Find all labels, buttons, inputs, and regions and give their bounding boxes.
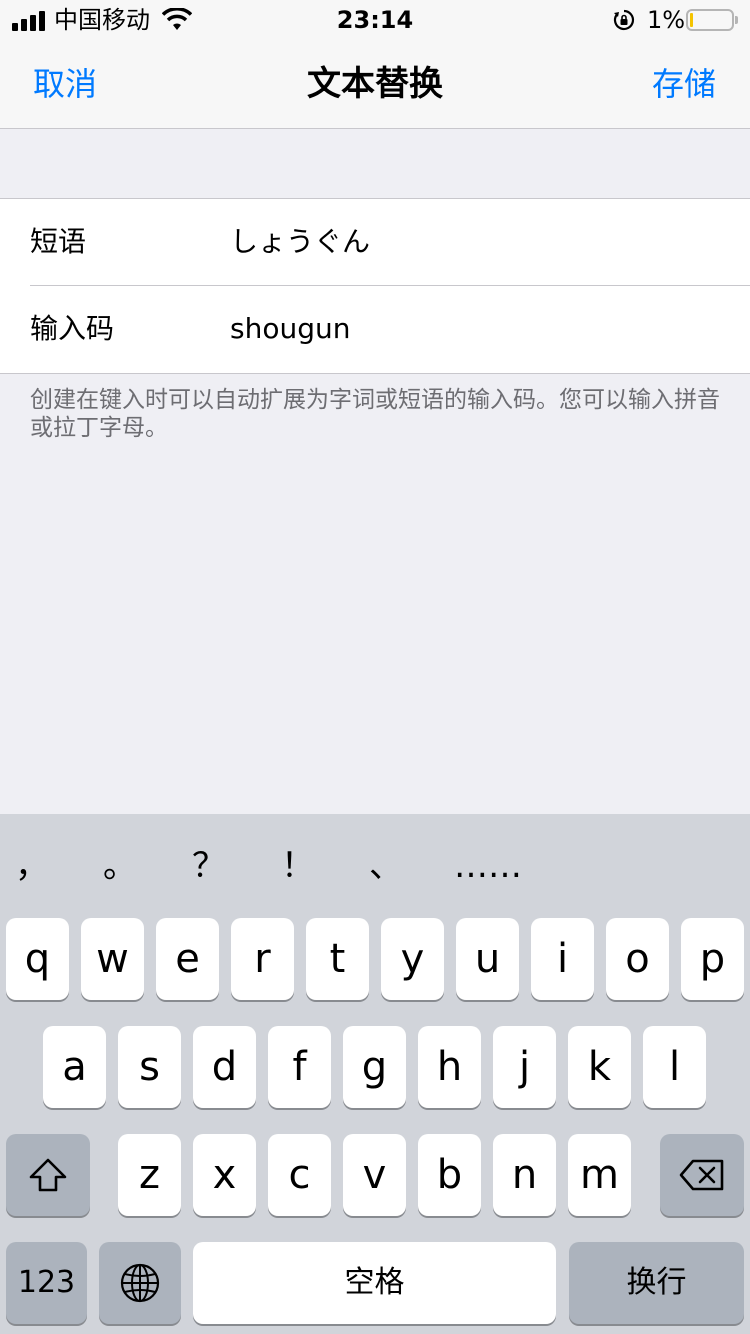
text-replacement-form: 短语 しょうぐん 输入码 shougun	[0, 198, 750, 374]
key-m[interactable]: m	[568, 1134, 631, 1216]
key-i[interactable]: i	[531, 918, 594, 1000]
candidate-bar: ， 。 ？ ！ 、 ……	[0, 814, 750, 914]
key-d[interactable]: d	[193, 1026, 256, 1108]
globe-icon	[120, 1263, 160, 1303]
key-n[interactable]: n	[493, 1134, 556, 1216]
candidate-question[interactable]: ？	[179, 844, 239, 888]
key-b[interactable]: b	[418, 1134, 481, 1216]
shortcut-label: 输入码	[30, 312, 115, 345]
phrase-row[interactable]: 短语 しょうぐん	[0, 199, 750, 286]
candidate-ellipsis[interactable]: ……	[446, 844, 530, 888]
status-bar: 中国移动 23:14 1%	[0, 0, 750, 40]
candidate-period[interactable]: 。	[90, 844, 150, 888]
delete-key[interactable]	[660, 1134, 744, 1216]
key-o[interactable]: o	[606, 918, 669, 1000]
orientation-lock-icon	[613, 9, 635, 31]
key-k[interactable]: k	[568, 1026, 631, 1108]
key-c[interactable]: c	[268, 1134, 331, 1216]
shift-key[interactable]	[6, 1134, 90, 1216]
navigation-bar: 取消 文本替换 存储	[0, 40, 750, 129]
key-h[interactable]: h	[418, 1026, 481, 1108]
page-title: 文本替换	[307, 64, 443, 104]
key-p[interactable]: p	[681, 918, 744, 1000]
key-e[interactable]: e	[156, 918, 219, 1000]
key-g[interactable]: g	[343, 1026, 406, 1108]
key-s[interactable]: s	[118, 1026, 181, 1108]
phrase-field[interactable]: しょうぐん	[230, 223, 730, 261]
key-q[interactable]: q	[6, 918, 69, 1000]
key-u[interactable]: u	[456, 918, 519, 1000]
key-w[interactable]: w	[81, 918, 144, 1000]
candidate-comma[interactable]: ，	[2, 844, 62, 888]
key-t[interactable]: t	[306, 918, 369, 1000]
battery-percent: 1%	[647, 6, 686, 34]
candidate-enumeration-comma[interactable]: 、	[356, 844, 416, 888]
key-z[interactable]: z	[118, 1134, 181, 1216]
cancel-button[interactable]: 取消	[33, 64, 97, 104]
footer-note: 创建在键入时可以自动扩展为字词或短语的输入码。您可以输入拼音或拉丁字母。	[30, 387, 720, 441]
shift-icon	[29, 1158, 67, 1192]
keyboard: ， 。 ？ ！ 、 …… q w e r t y u i o p a s d f…	[0, 814, 750, 1334]
key-x[interactable]: x	[193, 1134, 256, 1216]
key-v[interactable]: v	[343, 1134, 406, 1216]
key-f[interactable]: f	[268, 1026, 331, 1108]
globe-key[interactable]	[99, 1242, 181, 1324]
key-a[interactable]: a	[43, 1026, 106, 1108]
return-key[interactable]: 换行	[569, 1242, 744, 1324]
key-j[interactable]: j	[493, 1026, 556, 1108]
numbers-key[interactable]: 123	[6, 1242, 87, 1324]
shortcut-row[interactable]: 输入码 shougun	[0, 286, 750, 373]
key-l[interactable]: l	[643, 1026, 706, 1108]
save-button[interactable]: 存储	[652, 64, 716, 104]
candidate-exclamation[interactable]: ！	[268, 844, 328, 888]
key-r[interactable]: r	[231, 918, 294, 1000]
backspace-icon	[679, 1159, 724, 1191]
space-key[interactable]: 空格	[193, 1242, 556, 1324]
key-y[interactable]: y	[381, 918, 444, 1000]
phrase-label: 短语	[30, 225, 87, 258]
shortcut-field[interactable]: shougun	[230, 310, 730, 348]
status-time: 23:14	[336, 6, 414, 34]
battery-icon	[686, 9, 738, 31]
